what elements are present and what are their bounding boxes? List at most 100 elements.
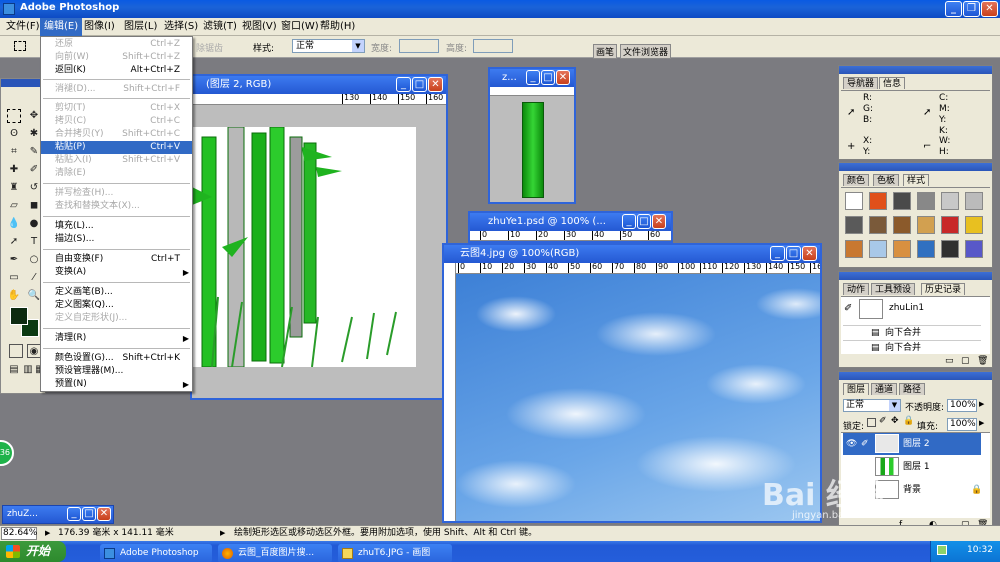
lock-image-icon[interactable]: ✐ <box>879 416 887 426</box>
foreground-color-swatch[interactable] <box>10 307 28 325</box>
menu-item-find-replace[interactable]: 查找和替换文本(X)... <box>41 200 192 213</box>
menu-item-cut[interactable]: 剪切(T) Ctrl+X <box>41 102 192 115</box>
menu-file[interactable]: 文件(F) <box>2 18 44 36</box>
tab-paths[interactable]: 路径 <box>899 383 926 395</box>
menu-item-define-shape[interactable]: 定义自定形状(J)... <box>41 312 192 325</box>
style-swatch[interactable] <box>917 240 935 258</box>
crop-tool-icon[interactable]: ⌗ <box>7 145 21 159</box>
history-row[interactable]: ▤ 向下合并 <box>843 325 981 339</box>
document-window-sky[interactable]: 云图4.jpg @ 100%(RGB) _ □ ✕ 0 10 20 30 40 … <box>442 243 822 523</box>
tab-color[interactable]: 颜色 <box>843 174 870 186</box>
style-swatch[interactable] <box>941 216 959 234</box>
bamboo-minimize-button[interactable]: _ <box>396 77 411 92</box>
restore-button[interactable]: ❐ <box>963 1 980 17</box>
clock[interactable]: 10:32 <box>967 545 993 555</box>
sky-minimize-button[interactable]: _ <box>770 246 785 261</box>
minimized-maximize-button[interactable]: □ <box>82 507 96 521</box>
tab-navigator[interactable]: 导航器 <box>843 77 879 89</box>
move-tool-icon[interactable]: ✥ <box>27 109 41 123</box>
menu-item-spell-check[interactable]: 拼写检查(H)... <box>41 187 192 200</box>
magic-wand-icon[interactable]: ✱ <box>27 127 41 141</box>
menu-item-stroke[interactable]: 描边(S)... <box>41 233 192 246</box>
tab-channels[interactable]: 通道 <box>871 383 898 395</box>
style-swatch-none[interactable] <box>845 192 863 210</box>
quick-mask-off-icon[interactable] <box>9 344 23 358</box>
style-swatch[interactable] <box>893 216 911 234</box>
menu-item-define-pattern[interactable]: 定义图案(Q)... <box>41 299 192 312</box>
style-swatch[interactable] <box>869 192 887 210</box>
blur-tool-icon[interactable]: 💧 <box>7 217 21 231</box>
doc-size-arrow-icon[interactable]: ▶ <box>45 526 50 541</box>
menu-item-fill[interactable]: 填充(L)... <box>41 220 192 233</box>
document-window-small[interactable]: z... _ □ ✕ <box>488 67 576 204</box>
eye-icon[interactable]: 👁 <box>846 433 857 455</box>
type-tool-icon[interactable]: T <box>27 235 41 249</box>
bucket-tool-icon[interactable]: ◼ <box>27 199 41 213</box>
opacity-value[interactable]: 100% <box>947 399 977 412</box>
tab-swatches[interactable]: 色板 <box>873 174 900 186</box>
menu-item-undo[interactable]: 还原 Ctrl+Z <box>41 38 192 51</box>
height-input[interactable] <box>473 39 513 53</box>
small-close-button[interactable]: ✕ <box>556 70 570 85</box>
history-brush-icon[interactable]: ↺ <box>27 181 41 195</box>
menu-help[interactable]: 帮助(H) <box>316 18 359 36</box>
tab-info[interactable]: 信息 <box>879 77 906 89</box>
tab-styles[interactable]: 样式 <box>903 174 930 186</box>
small-maximize-button[interactable]: □ <box>541 70 555 85</box>
document-window-zhuye[interactable]: zhuYe1.psd @ 100% (... _ □ ✕ 0 10 20 30 … <box>468 211 673 243</box>
menu-item-preset-manager[interactable]: 预设管理器(M)... <box>41 365 192 378</box>
zhuye-titlebar[interactable]: zhuYe1.psd @ 100% (... _ □ ✕ <box>470 213 671 231</box>
history-brush-icon[interactable]: ✐ <box>844 303 852 314</box>
new-snapshot-icon[interactable]: ▢ <box>961 356 970 366</box>
menu-item-purge[interactable]: 清理(R) ▶ <box>41 332 192 345</box>
screen-mode-full-icon[interactable]: ▥ <box>21 363 35 377</box>
bamboo-titlebar[interactable]: (图层 2, RGB) _ □ ✕ <box>192 76 446 94</box>
lock-transparency-icon[interactable] <box>867 418 876 427</box>
path-select-icon[interactable]: ➚ <box>7 235 21 249</box>
style-swatch[interactable] <box>941 240 959 258</box>
bamboo-close-button[interactable]: ✕ <box>428 77 443 92</box>
document-window-bamboo[interactable]: (图层 2, RGB) _ □ ✕ 130 140 150 160 <box>190 74 448 400</box>
task-paint[interactable]: zhuT6.JPG - 画图 <box>338 544 452 562</box>
opacity-arrow-icon[interactable]: ▶ <box>979 400 984 408</box>
menu-item-step-backward[interactable]: 返回(K) Alt+Ctrl+Z <box>41 64 192 77</box>
style-swatch[interactable] <box>869 240 887 258</box>
menu-item-color-settings[interactable]: 颜色设置(G)... Shift+Ctrl+K <box>41 352 192 365</box>
minimized-close-button[interactable]: ✕ <box>97 507 111 521</box>
menu-edit[interactable]: 编辑(E) <box>40 18 83 36</box>
snapshot-name[interactable]: zhuLin1 <box>889 303 924 313</box>
style-swatch[interactable] <box>965 216 983 234</box>
style-swatch[interactable] <box>893 192 911 210</box>
minimize-button[interactable]: _ <box>945 1 962 17</box>
status-arrow-icon[interactable]: ▶ <box>220 526 225 541</box>
width-input[interactable] <box>399 39 439 53</box>
zoom-tool-icon[interactable]: 🔍 <box>27 289 41 303</box>
sky-titlebar[interactable]: 云图4.jpg @ 100%(RGB) _ □ ✕ <box>444 245 820 263</box>
fill-value[interactable]: 100% <box>947 418 977 431</box>
menu-view[interactable]: 视图(V) <box>238 18 281 36</box>
blend-mode-select[interactable]: 正常 ▼ <box>843 399 901 412</box>
small-minimize-button[interactable]: _ <box>526 70 540 85</box>
minimized-restore-button[interactable]: _ <box>67 507 81 521</box>
menu-item-paste[interactable]: 粘贴(P) Ctrl+V <box>41 141 192 154</box>
tab-file-browser[interactable]: 文件浏览器 <box>620 44 672 59</box>
lasso-tool-icon[interactable]: ʘ <box>7 127 21 141</box>
eraser-tool-icon[interactable]: ▱ <box>7 199 21 213</box>
style-select[interactable]: 正常 ▼ <box>292 39 365 53</box>
menu-item-free-transform[interactable]: 自由变换(F) Ctrl+T <box>41 253 192 266</box>
lock-all-icon[interactable]: 🔒 <box>903 416 914 426</box>
zoom-level[interactable]: 82.64% <box>1 527 37 540</box>
notes-tool-icon[interactable]: ▭ <box>7 271 21 285</box>
network-icon[interactable] <box>937 545 947 555</box>
task-firefox[interactable]: 云图_百度图片搜... <box>218 544 332 562</box>
fill-arrow-icon[interactable]: ▶ <box>979 419 984 427</box>
shape-tool-icon[interactable]: ○ <box>27 253 41 267</box>
start-button[interactable]: 开始 <box>0 541 66 562</box>
pen-tool-icon[interactable]: ✒ <box>7 253 21 267</box>
eyedropper-icon[interactable]: ⁄ <box>27 271 41 285</box>
menu-item-clear[interactable]: 清除(E) <box>41 167 192 180</box>
style-swatch[interactable] <box>893 240 911 258</box>
menu-image[interactable]: 图像(I) <box>80 18 119 36</box>
lock-position-icon[interactable]: ✥ <box>891 416 899 426</box>
style-swatch[interactable] <box>917 216 935 234</box>
